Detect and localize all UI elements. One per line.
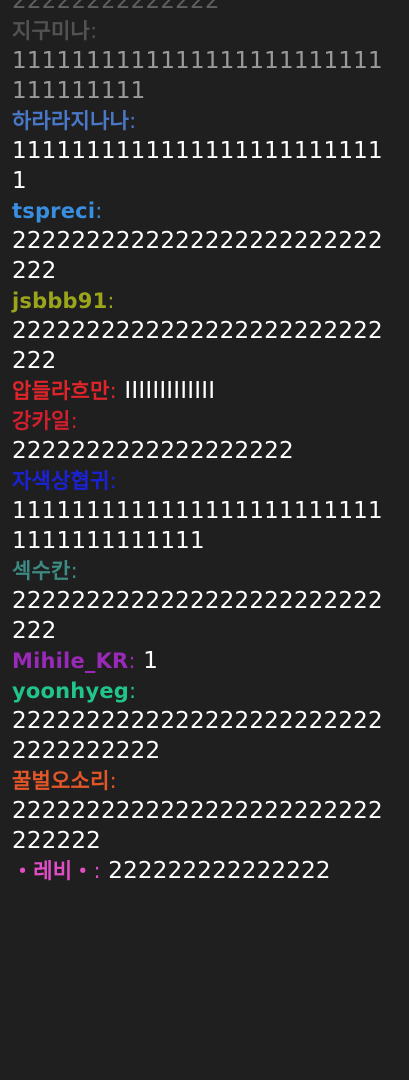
chat-log: 22222222222222 지구미나: 1111111111111111111… — [0, 0, 409, 1080]
chat-message: 지구미나: 1111111111111111111111111111111111 — [12, 16, 397, 106]
separator: : — [70, 409, 78, 433]
username[interactable]: yoonhyeg — [12, 679, 129, 703]
message-text: 222222222222222 — [108, 858, 331, 884]
chat-message: 꿀벌오소리: 2222222222222222222222222222222 — [12, 766, 397, 856]
username[interactable]: ・레비・ — [12, 859, 93, 883]
separator: : — [109, 769, 117, 793]
message-text: 2222222222222222222 — [12, 438, 294, 464]
chat-message: 하라라지나나: 11111111111111111111111111 — [12, 106, 397, 196]
username[interactable]: 강카일 — [12, 409, 71, 433]
username[interactable]: 지구미나 — [12, 19, 90, 43]
separator: : — [129, 679, 137, 703]
chat-message: ・레비・: 222222222222222 — [12, 856, 397, 886]
separator: : — [109, 469, 117, 493]
chat-message: 강카일: 2222222222222222222 — [12, 406, 397, 466]
username[interactable]: Mihile_KR — [12, 649, 128, 673]
message-text: 1 — [143, 648, 159, 674]
message-text: 2222222222222222222222222222 — [12, 588, 383, 644]
username[interactable]: 섹수칸 — [12, 559, 71, 583]
message-text: IIIIIIIIIIIII — [124, 378, 216, 404]
separator: : — [90, 19, 98, 43]
chat-message: Mihile_KR: 1 — [12, 646, 397, 676]
message-text: 2222222222222222222222222222222 — [12, 798, 383, 854]
username[interactable]: 자색상협귀 — [12, 469, 110, 493]
message-text: 22222222222222 — [12, 0, 220, 14]
chat-message: 자색상협귀: 111111111111111111111111111111111… — [12, 466, 397, 556]
chat-message: 섹수칸: 2222222222222222222222222222 — [12, 556, 397, 646]
separator: : — [107, 289, 115, 313]
username[interactable]: 압들라흐만 — [12, 379, 110, 403]
separator: : — [95, 199, 103, 223]
message-text: 11111111111111111111111111111111111111 — [12, 498, 383, 554]
message-text: 2222222222222222222222222222 — [12, 318, 383, 374]
username[interactable]: 꿀벌오소리 — [12, 769, 110, 793]
message-text: 22222222222222222222222222222222222 — [12, 708, 383, 764]
message-text: 11111111111111111111111111 — [12, 138, 383, 194]
separator: : — [70, 559, 78, 583]
username[interactable]: 하라라지나나 — [12, 109, 129, 133]
separator: : — [93, 859, 101, 883]
separator: : — [128, 649, 136, 673]
chat-message-partial: 22222222222222 — [12, 0, 397, 16]
chat-message: tspreci: 2222222222222222222222222222 — [12, 196, 397, 286]
separator: : — [129, 109, 137, 133]
username[interactable]: jsbbb91 — [12, 289, 107, 313]
chat-message: jsbbb91: 2222222222222222222222222222 — [12, 286, 397, 376]
chat-message: yoonhyeg: 222222222222222222222222222222… — [12, 676, 397, 766]
username[interactable]: tspreci — [12, 199, 95, 223]
separator: : — [109, 379, 117, 403]
chat-message: 압들라흐만: IIIIIIIIIIIII — [12, 376, 397, 406]
message-text: 2222222222222222222222222222 — [12, 228, 383, 284]
message-text: 1111111111111111111111111111111111 — [12, 48, 383, 104]
